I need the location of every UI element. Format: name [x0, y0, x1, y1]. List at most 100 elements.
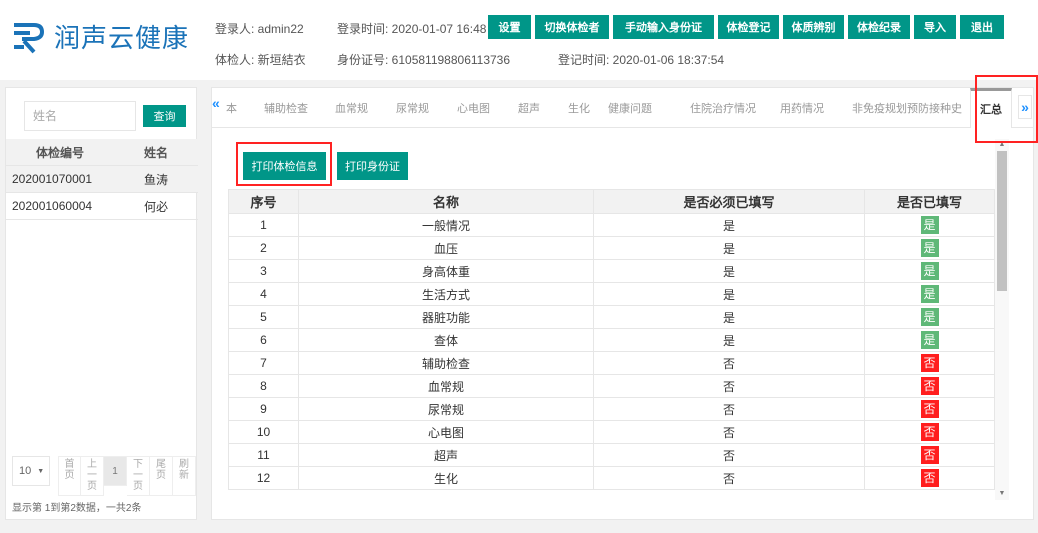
tab-scroll-left-icon[interactable]: « [212, 95, 224, 119]
filled-cell: 是 [864, 236, 995, 260]
required-cell: 否 [593, 351, 865, 375]
scrollbar-thumb[interactable] [997, 151, 1007, 291]
next-page-label: 页 [133, 481, 143, 492]
required-cell: 是 [593, 259, 865, 283]
app-header: 润声云健康 登录人: admin22 登录时间: 2020-01-07 16:4… [0, 0, 1038, 80]
row-number-cell: 5 [228, 305, 299, 329]
logout-button[interactable]: 退出 [960, 15, 1004, 39]
filled-status-badge: 是 [920, 216, 939, 234]
filled-cell: 是 [864, 213, 995, 237]
exam-register-button[interactable]: 体检登记 [718, 15, 779, 39]
tab-blood-routine[interactable]: 血常规 [335, 100, 368, 116]
filled-cell: 否 [864, 397, 995, 421]
page-size-select[interactable]: 10 ▼ [12, 456, 50, 486]
filled-status-badge: 否 [920, 400, 939, 418]
table-row: 4 生活方式是是 [228, 282, 995, 306]
table-row[interactable]: 202001070001 鱼涛 [6, 166, 198, 193]
table-row: 12 生化否否 [228, 466, 995, 490]
required-cell: 否 [593, 397, 865, 421]
filled-cell: 否 [864, 443, 995, 467]
brand-logo: 润声云健康 [10, 18, 189, 55]
item-name-cell: 器脏功能 [298, 305, 594, 329]
tab-medication[interactable]: 用药情况 [780, 100, 824, 116]
last-page-label: 尾 [156, 459, 166, 470]
tab-biochemistry[interactable]: 生化 [568, 100, 590, 116]
tab-health-problems[interactable]: 健康问题 [608, 100, 652, 116]
filled-cell: 是 [864, 328, 995, 352]
required-cell: 否 [593, 374, 865, 398]
item-name-cell: 查体 [298, 328, 594, 352]
item-name-cell: 身高体重 [298, 259, 594, 283]
query-button[interactable]: 查询 [143, 105, 186, 127]
register-time: 登记时间: 2020-01-06 18:37:54 [558, 53, 725, 67]
item-name-cell: 血压 [298, 236, 594, 260]
prev-page-button[interactable]: 上 一 页 [81, 456, 104, 496]
column-header-no: 序号 [228, 189, 299, 214]
scroll-down-icon[interactable]: ▼ [995, 488, 1009, 500]
name-search-input[interactable] [24, 101, 136, 131]
row-number-cell: 4 [228, 282, 299, 306]
row-number-cell: 1 [228, 213, 299, 237]
item-name-cell: 血常规 [298, 374, 594, 398]
exam-summary-panel: « 本 辅助检查 血常规 尿常规 心电图 超声 生化 健康问题 住院治疗情况 用… [211, 87, 1034, 520]
first-page-label: 首 [64, 459, 75, 470]
refresh-button[interactable]: 刷 新 [173, 456, 196, 496]
constitution-button[interactable]: 体质辨别 [783, 15, 844, 39]
next-page-button[interactable]: 下 一 页 [127, 456, 150, 496]
import-button[interactable]: 导入 [914, 15, 956, 39]
table-row: 11 超声否否 [228, 443, 995, 467]
page-size-value: 10 [19, 465, 32, 477]
settings-button[interactable]: 设置 [488, 15, 531, 39]
prev-page-label: 页 [87, 481, 97, 492]
row-number-cell: 3 [228, 259, 299, 283]
tab-urine-routine[interactable]: 尿常规 [396, 100, 429, 116]
tab-hospitalization[interactable]: 住院治疗情况 [690, 100, 756, 116]
manual-id-input-button[interactable]: 手动输入身份证 [613, 15, 714, 39]
column-header-required: 是否必须已填写 [593, 189, 865, 214]
switch-examinee-button[interactable]: 切换体检者 [535, 15, 609, 39]
filled-cell: 是 [864, 282, 995, 306]
exam-records-button[interactable]: 体检纪录 [848, 15, 910, 39]
prev-page-label: 一 [87, 470, 97, 481]
item-name-cell: 辅助检查 [298, 351, 594, 375]
tab-ecg[interactable]: 心电图 [457, 100, 490, 116]
item-name-cell: 超声 [298, 443, 594, 467]
required-cell: 是 [593, 282, 865, 306]
table-scrollbar[interactable]: ▲ ▼ [995, 139, 1009, 500]
first-page-button[interactable]: 首 页 [58, 456, 81, 496]
table-row[interactable]: 202001060004 何必 [6, 193, 198, 220]
next-page-label: 一 [133, 470, 143, 481]
tab-bar: « 本 辅助检查 血常规 尿常规 心电图 超声 生化 健康问题 住院治疗情况 用… [212, 88, 1033, 128]
print-id-card-button[interactable]: 打印身份证 [337, 152, 408, 180]
row-number-cell: 11 [228, 443, 299, 467]
required-cell: 否 [593, 420, 865, 444]
next-page-label: 下 [133, 459, 143, 470]
column-header-name: 名称 [298, 189, 594, 214]
table-row: 3 身高体重是是 [228, 259, 995, 283]
current-page-button[interactable]: 1 [104, 456, 127, 486]
filled-status-badge: 是 [920, 239, 939, 257]
table-row: 6 查体是是 [228, 328, 995, 352]
tab-vaccination[interactable]: 非免疫规划预防接种史 [852, 100, 964, 116]
tab-ultrasound[interactable]: 超声 [518, 100, 540, 116]
last-page-label: 页 [156, 470, 166, 481]
examinee-list-panel: 查询 体检编号 姓名 202001070001 鱼涛 202001060004 … [5, 87, 198, 520]
item-name-cell: 尿常规 [298, 397, 594, 421]
last-page-button[interactable]: 尾 页 [150, 456, 173, 496]
required-cell: 否 [593, 466, 865, 490]
column-header-exam-id: 体检编号 [35, 145, 84, 160]
table-row: 10 心电图否否 [228, 420, 995, 444]
filled-status-badge: 否 [920, 377, 939, 395]
column-header-name: 姓名 [143, 145, 168, 160]
filled-cell: 否 [864, 466, 995, 490]
required-cell: 是 [593, 236, 865, 260]
row-number-cell: 7 [228, 351, 299, 375]
required-cell: 是 [593, 213, 865, 237]
column-header-filled: 是否已填写 [864, 189, 995, 214]
summary-table-header: 序号 名称 是否必须已填写 是否已填写 [228, 189, 995, 214]
row-number-cell: 2 [228, 236, 299, 260]
table-row: 1 一般情况是是 [228, 213, 995, 237]
top-nav: 设置 切换体检者 手动输入身份证 体检登记 体质辨别 体检纪录 导入 退出 [488, 15, 1004, 39]
tab-auxiliary-exam[interactable]: 辅助检查 [264, 100, 308, 116]
tab-partial[interactable]: 本 [226, 100, 237, 116]
